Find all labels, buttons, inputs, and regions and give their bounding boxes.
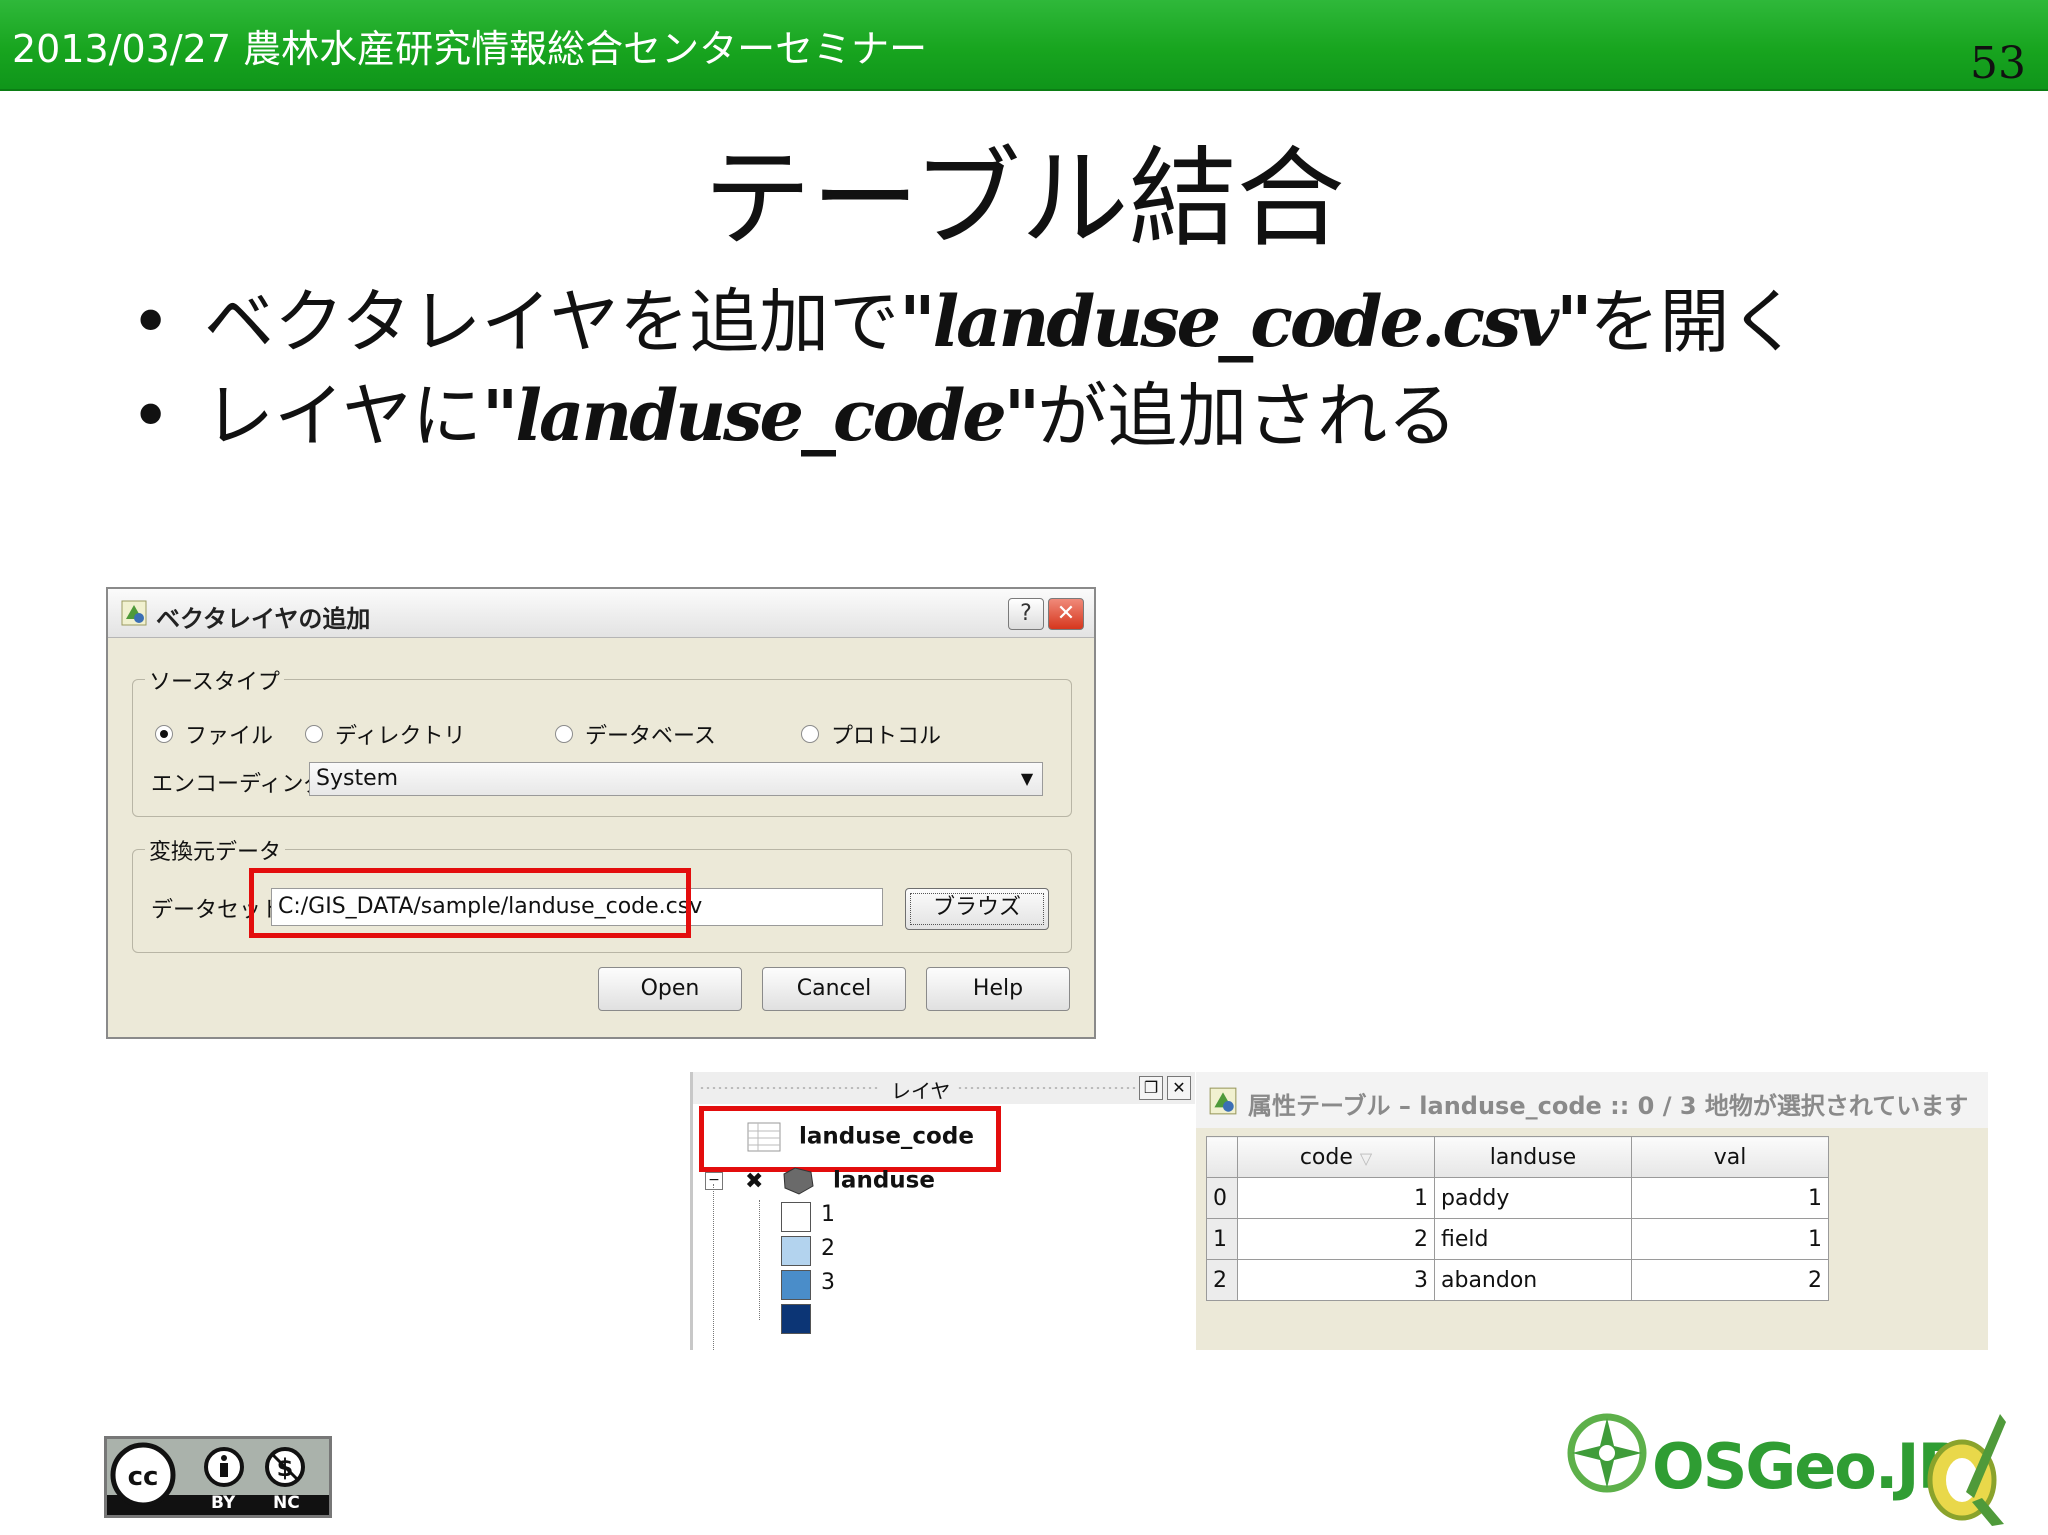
layers-panel: レイヤ ❐ ✕ landuse_code − ✖ landuse 1 2 3 bbox=[690, 1072, 1195, 1350]
row-header[interactable]: 1 bbox=[1206, 1218, 1238, 1260]
encoding-value: System bbox=[316, 766, 399, 791]
radio-database-label: データベース bbox=[585, 724, 716, 749]
polygon-layer-icon bbox=[783, 1167, 814, 1195]
bullet-code: "landuse_code.csv" bbox=[899, 280, 1592, 363]
encoding-select[interactable]: System ▼ bbox=[309, 762, 1043, 796]
column-header-landuse[interactable]: landuse bbox=[1434, 1136, 1632, 1178]
source-data-label: 変換元データ bbox=[145, 834, 286, 866]
help-button[interactable]: Help bbox=[926, 967, 1070, 1011]
encoding-label: エンコーディング bbox=[151, 772, 326, 797]
cc-by-label: BY bbox=[211, 1493, 236, 1513]
osgeo-logo-text: OSGeo.JP bbox=[1652, 1430, 1963, 1503]
row-header[interactable]: 0 bbox=[1206, 1177, 1238, 1219]
visibility-checkbox[interactable]: ✖ bbox=[745, 1169, 767, 1194]
bullet-text: が追加される bbox=[1037, 375, 1458, 457]
tree-line bbox=[713, 1184, 714, 1350]
cell-val[interactable]: 2 bbox=[1631, 1259, 1829, 1301]
attribute-table-title: 属性テーブル – landuse_code :: 0 / 3 地物が選択されてい… bbox=[1248, 1092, 1969, 1120]
legend-swatch bbox=[781, 1236, 811, 1266]
legend-label: 1 bbox=[821, 1202, 835, 1227]
close-icon[interactable]: ✕ bbox=[1048, 598, 1084, 630]
bullet-item: レイヤに"landuse_code"が追加される bbox=[130, 369, 1800, 463]
qgis-app-icon bbox=[121, 600, 147, 626]
cell-val[interactable]: 1 bbox=[1631, 1218, 1829, 1260]
bullet-text: を開く bbox=[1589, 281, 1800, 363]
source-data-group: 変換元データ データセット C:/GIS_DATA/sample/landuse… bbox=[132, 834, 1072, 953]
attribute-table-window: 属性テーブル – landuse_code :: 0 / 3 地物が選択されてい… bbox=[1196, 1072, 1988, 1350]
cell-code[interactable]: 1 bbox=[1237, 1177, 1435, 1219]
layer-name: landuse bbox=[833, 1167, 935, 1194]
radio-file-label: ファイル bbox=[185, 724, 274, 749]
page-number: 53 bbox=[1970, 38, 2026, 89]
radio-file-button[interactable] bbox=[155, 725, 173, 743]
header-bar: 2013/03/27 農林水産研究情報総合センターセミナー 53 bbox=[0, 0, 2048, 91]
bullet-item: ベクタレイヤを追加で"landuse_code.csv"を開く bbox=[130, 275, 1800, 369]
legend-swatch bbox=[781, 1202, 811, 1232]
svg-text:cc: cc bbox=[128, 1462, 159, 1492]
float-icon[interactable]: ❐ bbox=[1139, 1076, 1163, 1100]
qgis-logo-icon bbox=[1927, 1414, 2006, 1526]
source-type-group: ソースタイプ ファイル ディレクトリ データベース プロトコル エンコーディング… bbox=[132, 664, 1072, 817]
close-icon[interactable]: ✕ bbox=[1167, 1076, 1191, 1100]
layers-panel-header[interactable]: レイヤ ❐ ✕ bbox=[693, 1072, 1195, 1104]
bullet-text: レイヤに bbox=[204, 375, 482, 457]
radio-database[interactable]: データベース bbox=[555, 718, 716, 750]
highlight-box bbox=[699, 1106, 1001, 1172]
collapse-icon[interactable]: − bbox=[705, 1172, 723, 1190]
browse-button[interactable]: ブラウズ bbox=[905, 888, 1049, 930]
corner-cell bbox=[1206, 1136, 1238, 1178]
radio-protocol[interactable]: プロトコル bbox=[801, 718, 941, 750]
cancel-button[interactable]: Cancel bbox=[762, 967, 906, 1011]
tree-line bbox=[759, 1200, 760, 1320]
legend-label: 3 bbox=[821, 1270, 835, 1295]
row-header[interactable]: 2 bbox=[1206, 1259, 1238, 1301]
bullet-code: "landuse_code" bbox=[481, 374, 1040, 457]
cell-code[interactable]: 3 bbox=[1237, 1259, 1435, 1301]
qgis-app-icon bbox=[1209, 1087, 1237, 1115]
radio-directory[interactable]: ディレクトリ bbox=[305, 718, 465, 750]
sort-icon: ▽ bbox=[1359, 1148, 1373, 1168]
open-button[interactable]: Open bbox=[598, 967, 742, 1011]
radio-file[interactable]: ファイル bbox=[155, 718, 273, 750]
grip-dots bbox=[699, 1086, 879, 1090]
bullet-list: ベクタレイヤを追加で"landuse_code.csv"を開く レイヤに"lan… bbox=[130, 275, 1800, 463]
bullet-text: ベクタレイヤを追加で bbox=[204, 281, 900, 363]
legend-swatch bbox=[781, 1304, 811, 1334]
table-row[interactable]: 0 1 paddy 1 bbox=[1206, 1177, 1829, 1219]
radio-directory-label: ディレクトリ bbox=[335, 724, 466, 749]
layers-panel-title: レイヤ bbox=[891, 1079, 951, 1103]
add-vector-layer-dialog: ベクタレイヤの追加 ? ✕ ソースタイプ ファイル ディレクトリ データベース … bbox=[106, 587, 1096, 1039]
dialog-title: ベクタレイヤの追加 bbox=[156, 605, 371, 633]
attribute-grid: code ▽ landuse val 0 1 paddy 1 1 2 field… bbox=[1206, 1136, 1829, 1301]
osgeo-logo-icon bbox=[1567, 1413, 1647, 1493]
table-row[interactable]: 2 3 abandon 2 bbox=[1206, 1259, 1829, 1301]
dialog-titlebar[interactable]: ベクタレイヤの追加 ? ✕ bbox=[108, 589, 1094, 638]
legend-label: 2 bbox=[821, 1236, 835, 1261]
cell-landuse[interactable]: field bbox=[1434, 1218, 1632, 1260]
cc-nc-label: NC bbox=[273, 1493, 300, 1513]
radio-directory-button[interactable] bbox=[305, 725, 323, 743]
radio-protocol-button[interactable] bbox=[801, 725, 819, 743]
radio-protocol-label: プロトコル bbox=[831, 724, 942, 749]
column-header-val[interactable]: val bbox=[1631, 1136, 1829, 1178]
cc-license-badge: cc $ BY NC bbox=[104, 1436, 332, 1518]
help-icon[interactable]: ? bbox=[1008, 598, 1044, 630]
radio-database-button[interactable] bbox=[555, 725, 573, 743]
chevron-down-icon[interactable]: ▼ bbox=[1012, 763, 1042, 795]
header-text: 2013/03/27 農林水産研究情報総合センターセミナー bbox=[12, 27, 928, 71]
table-row[interactable]: 1 2 field 1 bbox=[1206, 1218, 1829, 1260]
highlight-box bbox=[249, 868, 691, 938]
slide-title: テーブル結合 bbox=[703, 137, 1345, 262]
cell-val[interactable]: 1 bbox=[1631, 1177, 1829, 1219]
cell-code[interactable]: 2 bbox=[1237, 1218, 1435, 1260]
attribute-table-titlebar[interactable]: 属性テーブル – landuse_code :: 0 / 3 地物が選択されてい… bbox=[1196, 1072, 1988, 1128]
cell-landuse[interactable]: paddy bbox=[1434, 1177, 1632, 1219]
layer-item-landuse[interactable]: − ✖ landuse bbox=[705, 1166, 935, 1196]
grip-dots bbox=[957, 1086, 1137, 1090]
column-header-code[interactable]: code ▽ bbox=[1237, 1136, 1435, 1178]
cell-landuse[interactable]: abandon bbox=[1434, 1259, 1632, 1301]
legend-swatch bbox=[781, 1270, 811, 1300]
source-type-label: ソースタイプ bbox=[145, 664, 284, 696]
